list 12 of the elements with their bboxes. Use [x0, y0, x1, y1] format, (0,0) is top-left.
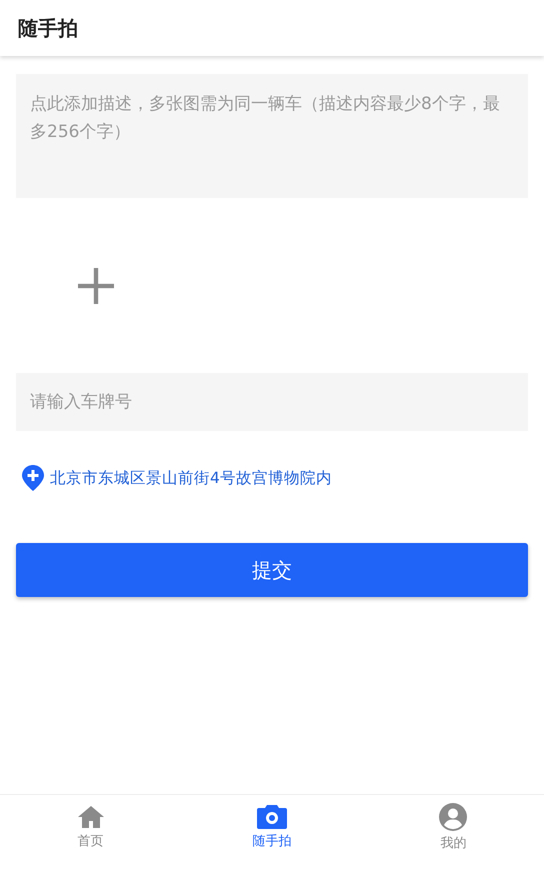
user-icon [439, 803, 468, 831]
page-title: 随手拍 [18, 14, 78, 42]
home-icon [76, 805, 105, 829]
submit-button[interactable]: 提交 [16, 543, 528, 597]
tab[interactable]: 首页 [0, 795, 182, 860]
plate-field[interactable]: 请输入车牌号 [16, 373, 528, 431]
description-field[interactable]: 点此添加描述，多张图需为同一辆车（描述内容最少8个字，最多256个字） [16, 74, 528, 198]
location-pin-icon [22, 465, 44, 491]
camera-icon [256, 805, 287, 829]
tab[interactable]: 随手拍 [181, 795, 363, 860]
tab[interactable]: 我的 [362, 795, 544, 860]
location-text: 北京市东城区景山前街4号故宫博物院内 [50, 468, 332, 488]
